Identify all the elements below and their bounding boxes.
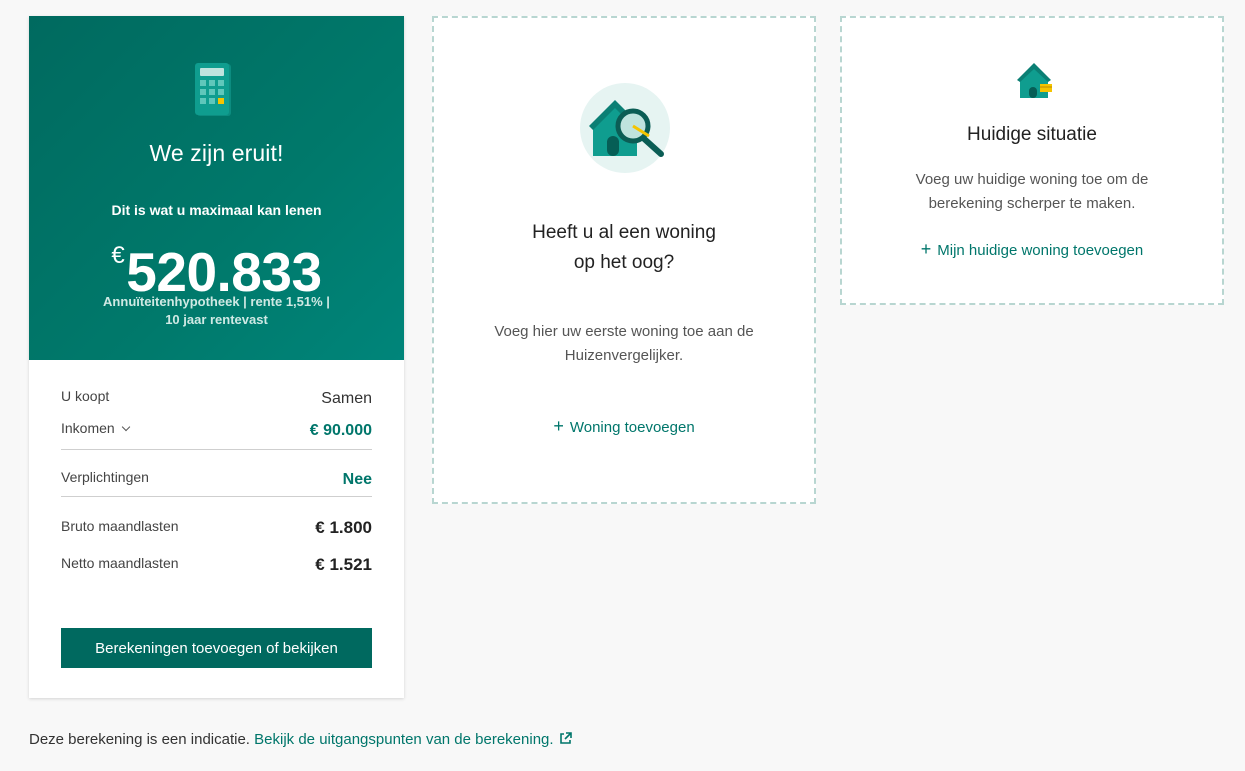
add-house-card: Heeft u al een woning op het oog? Voeg h… <box>432 16 816 504</box>
inkomen-toggle[interactable]: Inkomen <box>61 420 130 436</box>
verplichtingen-value: Nee <box>342 471 372 488</box>
house-wallet-icon <box>1017 63 1052 98</box>
add-calculations-button[interactable]: Berekeningen toevoegen of bekijken <box>61 628 372 668</box>
summary-details: U koopt Samen Inkomen € 90.000 Verplicht… <box>61 388 372 574</box>
currency-symbol: € <box>111 242 125 269</box>
current-situation-text: Voeg uw huidige woning toe om de bereken… <box>842 168 1222 216</box>
koopt-value: Samen <box>321 390 372 407</box>
add-current-house-link-label: Mijn huidige woning toevoegen <box>937 242 1144 259</box>
bruto-label: Bruto maandlasten <box>61 518 179 534</box>
loan-details: Annuïteitenhypotheek | rente 1,51% | 10 … <box>89 293 344 329</box>
house-search-icon <box>580 83 670 173</box>
chevron-down-icon <box>121 422 130 432</box>
koopt-label: U koopt <box>61 388 110 404</box>
loan-details-line1: Annuïteitenhypotheek | rente 1,51% | <box>103 294 330 309</box>
inkomen-value: € 90.000 <box>309 422 372 439</box>
current-text-line1: Voeg uw huidige woning toe om de <box>915 171 1149 188</box>
house-text-line2: Huizenvergelijker. <box>564 347 684 364</box>
current-text-line2: berekening scherper te maken. <box>928 195 1136 212</box>
bruto-value: € 1.800 <box>315 518 372 537</box>
add-house-link-label: Woning toevoegen <box>569 419 695 436</box>
row-netto: Netto maandlasten € 1.521 <box>61 551 372 574</box>
row-bruto: Bruto maandlasten € 1.800 <box>61 514 372 537</box>
plus-icon: + <box>920 239 932 259</box>
netto-value: € 1.521 <box>315 555 372 574</box>
house-title-line2: op het oog? <box>573 252 675 273</box>
plus-icon: + <box>553 416 564 436</box>
mortgage-summary-card: We zijn eruit! Dit is wat u maximaal kan… <box>29 16 404 698</box>
summary-hero: We zijn eruit! Dit is wat u maximaal kan… <box>29 16 404 360</box>
calculation-assumptions-link[interactable]: Bekijk de uitgangspunten van de berekeni… <box>254 731 572 748</box>
house-card-text: Voeg hier uw eerste woning toe aan de Hu… <box>434 320 814 368</box>
add-current-house-link[interactable]: + Mijn huidige woning toevoegen <box>842 239 1222 260</box>
indication-text: Deze berekening is een indicatie. <box>29 731 250 748</box>
summary-title: We zijn eruit! <box>149 140 284 166</box>
divider <box>61 449 372 450</box>
row-verplichtingen: Verplichtingen Nee <box>61 467 372 488</box>
row-koopt: U koopt Samen <box>61 386 372 407</box>
max-loan-subtitle: Dit is wat u maximaal kan lenen <box>111 202 322 218</box>
loan-details-line2: 10 jaar rentevast <box>165 312 268 327</box>
house-title-line1: Heeft u al een woning <box>532 222 716 243</box>
current-situation-title: Huidige situatie <box>967 124 1097 145</box>
divider <box>61 496 372 497</box>
row-inkomen[interactable]: Inkomen € 90.000 <box>61 418 372 439</box>
house-card-title: Heeft u al een woning op het oog? <box>434 218 814 278</box>
calculation-assumptions-link-label: Bekijk de uitgangspunten van de berekeni… <box>254 731 554 748</box>
indication-note: Deze berekening is een indicatie. Bekijk… <box>29 731 572 748</box>
calculator-icon <box>195 63 231 116</box>
house-text-line1: Voeg hier uw eerste woning toe aan de <box>494 323 754 340</box>
verplichtingen-label: Verplichtingen <box>61 469 149 485</box>
current-situation-card: Huidige situatie Voeg uw huidige woning … <box>840 16 1224 305</box>
add-house-link[interactable]: + Woning toevoegen <box>434 416 814 437</box>
netto-label: Netto maandlasten <box>61 555 179 571</box>
external-link-icon <box>559 732 572 744</box>
max-loan-amount: €520.833 <box>29 224 404 304</box>
inkomen-label: Inkomen <box>61 420 115 436</box>
